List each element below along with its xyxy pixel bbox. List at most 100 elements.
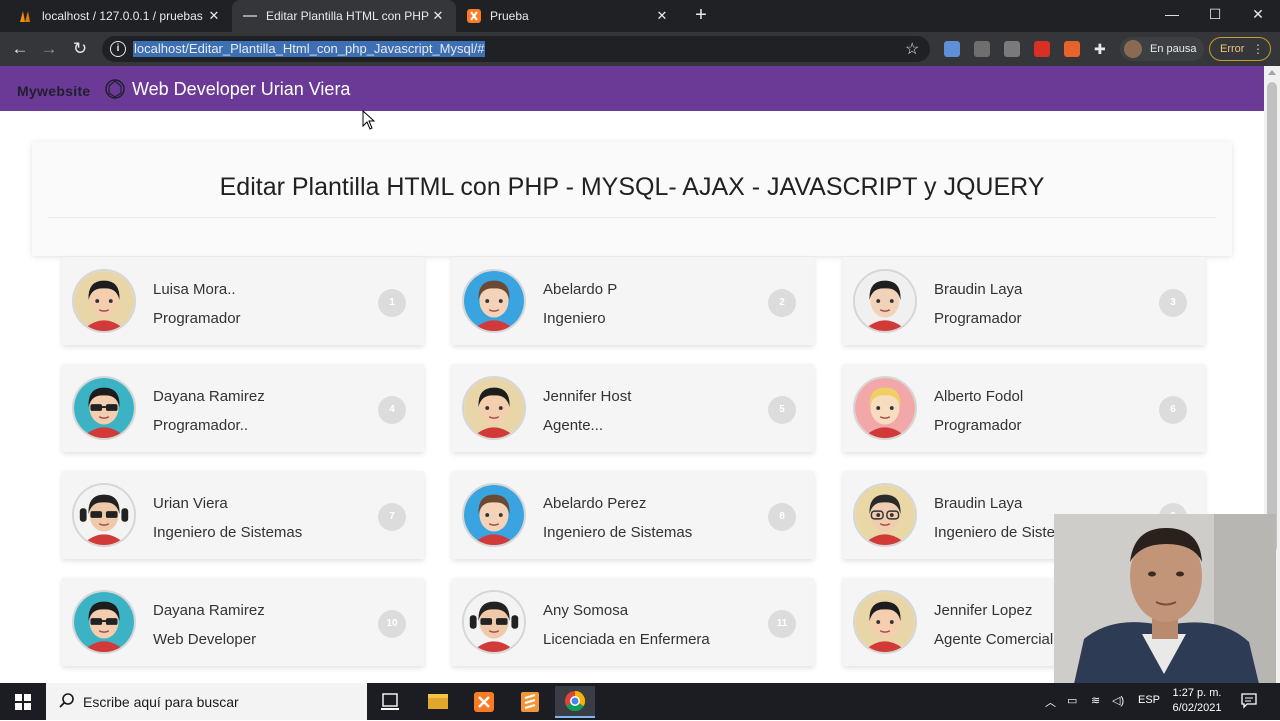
divider <box>48 217 1216 218</box>
profile-button[interactable]: En pausa <box>1120 37 1204 61</box>
card-number-badge: 2 <box>768 289 796 317</box>
card-number-badge: 8 <box>768 503 796 531</box>
info-icon[interactable]: i <box>110 41 126 57</box>
sublime-text-icon[interactable] <box>510 686 550 718</box>
extension-cast-icon[interactable] <box>974 41 990 57</box>
extension-tool-icon[interactable] <box>1064 41 1080 57</box>
presenter-video-image <box>1054 514 1276 684</box>
profile-name: Braudin Laya <box>934 495 1023 512</box>
mouse-cursor-icon <box>362 110 376 130</box>
brand-emblem-icon <box>105 79 125 99</box>
profile-name: Dayana Ramirez <box>153 602 265 619</box>
profile-role: Programador <box>153 310 241 327</box>
tab-close-icon[interactable]: ✕ <box>654 8 670 24</box>
wifi-icon[interactable]: ≋ <box>1091 694 1100 707</box>
tab-prueba[interactable]: Prueba ✕ <box>456 0 680 32</box>
tab-phpmyadmin[interactable]: localhost / 127.0.0.1 / pruebas / p ✕ <box>8 0 232 32</box>
extension-monitor-icon[interactable] <box>1004 41 1020 57</box>
card-number-badge: 11 <box>768 610 796 638</box>
profile-label: En pausa <box>1150 43 1197 55</box>
card-number-badge: 10 <box>378 610 406 638</box>
scroll-up-arrow-icon[interactable] <box>1268 70 1276 75</box>
profile-card[interactable]: Luisa Mora.. Programador 1 <box>62 257 424 345</box>
extension-screen-icon[interactable] <box>944 41 960 57</box>
brand-title[interactable]: Web Developer Urian Viera <box>132 78 350 100</box>
headphones-avatar <box>72 483 136 547</box>
card-number-badge: 3 <box>1159 289 1187 317</box>
tab-close-icon[interactable]: ✕ <box>206 8 222 24</box>
language-indicator[interactable]: ESP <box>1138 694 1160 706</box>
profile-role: Ingeniero de Sistemas <box>543 524 693 541</box>
male-anime-avatar <box>462 269 526 333</box>
url-text[interactable]: localhost/Editar_Plantilla_Html_con_php_… <box>133 41 486 57</box>
task-view-icon[interactable] <box>370 686 410 718</box>
sunglasses-avatar <box>72 376 136 440</box>
kebab-menu-icon[interactable]: ⋮ <box>1252 38 1264 60</box>
clock-time: 1:27 p. m. <box>1172 687 1222 699</box>
profile-name: Jennifer Host <box>543 388 632 405</box>
scrollbar-thumb[interactable] <box>1267 82 1277 552</box>
clock-date: 6/02/2021 <box>1172 702 1222 714</box>
volume-icon[interactable]: ◁) <box>1112 694 1124 707</box>
minimize-button[interactable]: — <box>1150 0 1194 30</box>
profile-role: Web Developer <box>153 631 257 648</box>
profile-name: Abelardo Perez <box>543 495 647 512</box>
profile-name: Braudin Laya <box>934 281 1023 298</box>
tab-close-icon[interactable]: ✕ <box>430 8 446 24</box>
star-icon[interactable]: ☆ <box>905 39 919 59</box>
profile-card[interactable]: Braudin Laya Programador 3 <box>843 257 1205 345</box>
profile-role: Agente Comercial <box>934 631 1054 648</box>
profile-card[interactable]: Alberto Fodol Programador 6 <box>843 364 1205 452</box>
profile-card[interactable]: Dayana Ramirez Web Developer 10 <box>62 578 424 666</box>
forward-button[interactable]: → <box>37 37 61 61</box>
profile-name: Dayana Ramirez <box>153 388 265 405</box>
file-explorer-icon[interactable] <box>418 686 458 718</box>
profile-name: Luisa Mora.. <box>153 281 236 298</box>
profile-name: Alberto Fodol <box>934 388 1024 405</box>
card-number-badge: 6 <box>1159 396 1187 424</box>
profile-role: Licenciada en Enfermera <box>543 631 710 648</box>
chrome-taskbar-button[interactable] <box>555 686 595 718</box>
error-button[interactable]: Error ⋮ <box>1209 37 1271 61</box>
headphones-avatar <box>462 590 526 654</box>
search-placeholder[interactable]: Escribe aquí para buscar <box>83 694 239 710</box>
extension-video-icon[interactable] <box>1034 41 1050 57</box>
card-number-badge: 7 <box>378 503 406 531</box>
battery-icon[interactable]: ▭ <box>1067 694 1077 707</box>
puzzle-icon[interactable]: ✚ <box>1094 41 1110 57</box>
taskbar-clock[interactable]: 1:27 p. m. 6/02/2021 <box>1168 686 1226 716</box>
phpmyadmin-icon <box>20 11 30 22</box>
profile-card[interactable]: Dayana Ramirez Programador.. 4 <box>62 364 424 452</box>
profile-card[interactable]: Urian Viera Ingeniero de Sistemas 7 <box>62 471 424 559</box>
tab-editar-plantilla[interactable]: Editar Plantilla HTML con PHP - M ✕ <box>232 0 456 32</box>
male-avatar <box>853 269 917 333</box>
new-tab-button[interactable]: + <box>690 4 712 28</box>
profile-role: Ingeniero <box>543 310 606 327</box>
windows-start-icon[interactable] <box>0 683 46 720</box>
tab-title: Prueba <box>490 9 529 23</box>
profile-card[interactable]: Any Somosa Licenciada en Enfermera 11 <box>452 578 814 666</box>
brand-logo[interactable]: Mywebsite <box>17 83 91 99</box>
profile-role: Agente... <box>543 417 604 434</box>
maximize-button[interactable]: ☐ <box>1193 0 1237 30</box>
notifications-icon[interactable] <box>1240 691 1258 709</box>
profile-card[interactable]: Abelardo Perez Ingeniero de Sistemas 8 <box>452 471 814 559</box>
profile-role: Ingeniero de Siste <box>934 524 1055 541</box>
header-card: Editar Plantilla HTML con PHP - MYSQL- A… <box>32 142 1232 256</box>
profile-name: Jennifer Lopez <box>934 602 1033 619</box>
sunglasses-avatar <box>72 590 136 654</box>
tab-title: Editar Plantilla HTML con PHP - M <box>266 9 430 23</box>
profile-card[interactable]: Abelardo P Ingeniero 2 <box>452 257 814 345</box>
back-button[interactable]: ← <box>8 37 32 61</box>
female-avatar <box>462 376 526 440</box>
card-number-badge: 1 <box>378 289 406 317</box>
xampp-taskbar-icon[interactable] <box>464 686 504 718</box>
search-icon <box>59 693 74 708</box>
chrome-icon <box>565 690 586 712</box>
profile-name: Any Somosa <box>543 602 629 619</box>
close-window-button[interactable]: ✕ <box>1236 0 1280 30</box>
reload-button[interactable]: ↻ <box>68 37 92 61</box>
profile-card[interactable]: Jennifer Host Agente... 5 <box>452 364 814 452</box>
tray-chevron-icon[interactable]: ︿ <box>1045 694 1056 710</box>
tab-title: localhost / 127.0.0.1 / pruebas / p <box>42 9 206 23</box>
